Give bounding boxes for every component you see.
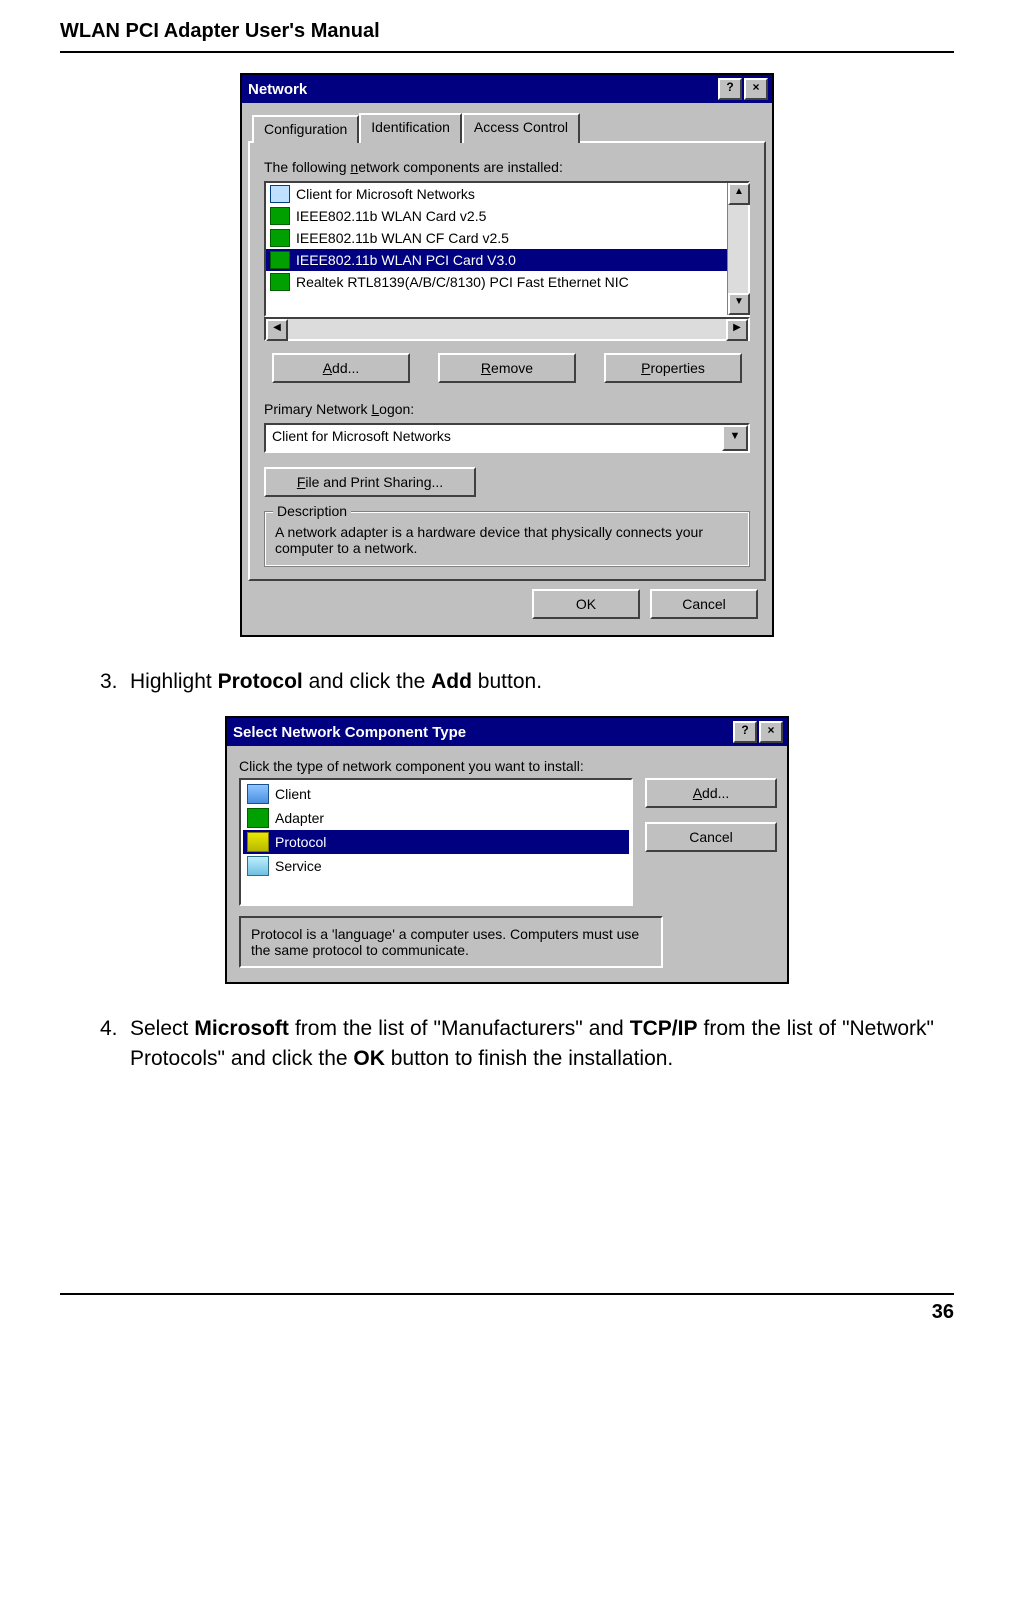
- service-icon: [247, 856, 269, 876]
- adapter-icon: [270, 273, 290, 291]
- scroll-down-icon[interactable]: ▼: [728, 293, 750, 315]
- adapter-icon: [247, 808, 269, 828]
- description-group: Description A network adapter is a hardw…: [264, 511, 750, 567]
- help-button-icon[interactable]: ?: [718, 78, 742, 100]
- tab-identification[interactable]: Identification: [359, 113, 462, 143]
- close-button-icon[interactable]: ×: [759, 721, 783, 743]
- horizontal-scrollbar[interactable]: ◀ ▶: [264, 317, 750, 341]
- adapter-icon: [270, 251, 290, 269]
- title-network: Network: [248, 81, 307, 98]
- step-3-text: 3.Highlight Protocol and click the Add b…: [100, 667, 934, 696]
- titlebar-select-component[interactable]: Select Network Component Type ? ×: [227, 718, 787, 746]
- tab-access-control[interactable]: Access Control: [462, 113, 580, 143]
- list-item[interactable]: IEEE802.11b WLAN Card v2.5: [266, 205, 727, 227]
- description-box: Protocol is a 'language' a computer uses…: [239, 916, 663, 968]
- list-item-selected[interactable]: Protocol: [243, 830, 629, 854]
- list-item[interactable]: Client for Microsoft Networks: [266, 183, 727, 205]
- label-primary-logon: Primary Network Logon:: [264, 401, 750, 417]
- tab-configuration[interactable]: Configuration: [252, 115, 359, 143]
- figure-network-dialog: Network ? × Configuration Identification…: [60, 73, 954, 637]
- scroll-left-icon[interactable]: ◀: [266, 319, 288, 341]
- properties-button[interactable]: Properties: [604, 353, 742, 383]
- cancel-button[interactable]: Cancel: [650, 589, 758, 619]
- close-button-icon[interactable]: ×: [744, 78, 768, 100]
- list-item[interactable]: IEEE802.11b WLAN CF Card v2.5: [266, 227, 727, 249]
- combo-value: Client for Microsoft Networks: [266, 425, 722, 451]
- remove-button[interactable]: Remove: [438, 353, 576, 383]
- label-components: The following network components are ins…: [264, 159, 750, 175]
- vertical-scrollbar[interactable]: ▲ ▼: [727, 183, 748, 315]
- chevron-down-icon[interactable]: ▼: [722, 425, 748, 451]
- protocol-icon: [247, 832, 269, 852]
- components-listbox[interactable]: Client for Microsoft Networks IEEE802.11…: [264, 181, 750, 317]
- adapter-icon: [270, 229, 290, 247]
- label-click-type: Click the type of network component you …: [239, 758, 775, 774]
- add-button[interactable]: Add...: [645, 778, 777, 808]
- help-button-icon[interactable]: ?: [733, 721, 757, 743]
- titlebar-network[interactable]: Network ? ×: [242, 75, 772, 103]
- adapter-icon: [270, 207, 290, 225]
- title-select-component: Select Network Component Type: [233, 724, 466, 741]
- group-caption: Description: [273, 503, 351, 519]
- file-print-sharing-button[interactable]: File and Print Sharing...: [264, 467, 476, 497]
- doc-header: WLAN PCI Adapter User's Manual: [60, 20, 954, 43]
- list-item[interactable]: Service: [243, 854, 629, 878]
- list-item[interactable]: Realtek RTL8139(A/B/C/8130) PCI Fast Eth…: [266, 271, 727, 293]
- add-button[interactable]: Add...: [272, 353, 410, 383]
- list-item[interactable]: Client: [243, 782, 629, 806]
- client-icon: [270, 185, 290, 203]
- ok-button[interactable]: OK: [532, 589, 640, 619]
- client-icon: [247, 784, 269, 804]
- figure-select-component-dialog: Select Network Component Type ? × Click …: [60, 716, 954, 984]
- page-number: 36: [60, 1301, 954, 1324]
- rule-top: [60, 51, 954, 53]
- scroll-up-icon[interactable]: ▲: [728, 183, 750, 205]
- list-item-selected[interactable]: IEEE802.11b WLAN PCI Card V3.0: [266, 249, 727, 271]
- component-type-listbox[interactable]: Client Adapter Protocol Service: [239, 778, 633, 906]
- scroll-right-icon[interactable]: ▶: [726, 319, 748, 341]
- description-text: A network adapter is a hardware device t…: [275, 524, 739, 556]
- cancel-button[interactable]: Cancel: [645, 822, 777, 852]
- list-item[interactable]: Adapter: [243, 806, 629, 830]
- rule-bottom: [60, 1293, 954, 1295]
- step-4-text: 4. Select Microsoft from the list of "Ma…: [100, 1014, 934, 1073]
- primary-logon-combo[interactable]: Client for Microsoft Networks ▼: [264, 423, 750, 453]
